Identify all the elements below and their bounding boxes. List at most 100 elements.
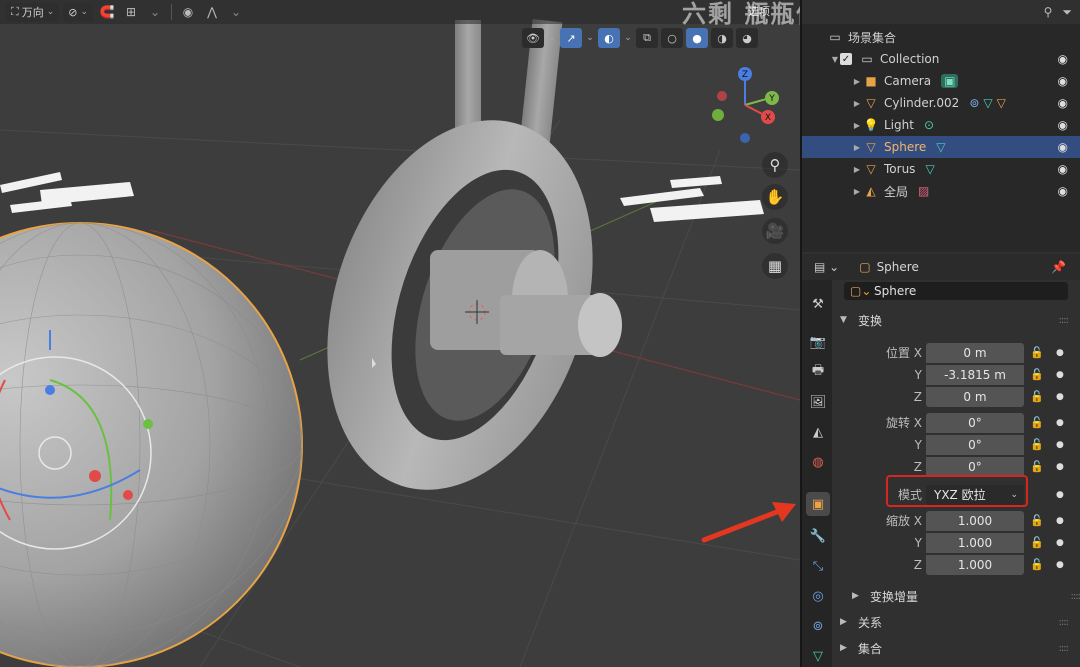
- options-label[interactable]: 选项: [748, 3, 770, 19]
- world-tab-icon[interactable]: ◍: [806, 450, 830, 474]
- outliner-item-torus[interactable]: ▶ ▽ Torus ▽ ◉: [802, 158, 1080, 180]
- keyframe-dot-icon[interactable]: ●: [1056, 490, 1064, 500]
- eye-icon[interactable]: ◉: [1058, 118, 1068, 132]
- material-shading-icon[interactable]: ◑: [711, 28, 733, 48]
- mesh-data-icon[interactable]: ▽: [936, 140, 945, 154]
- chevron-down-icon[interactable]: ⌄: [226, 3, 246, 22]
- mesh-data-icon[interactable]: ▽: [983, 96, 992, 110]
- keyframe-dot-icon[interactable]: ●: [1056, 538, 1064, 548]
- data-tab-icon[interactable]: ▽: [806, 644, 830, 667]
- lock-icon[interactable]: 🔓: [1030, 346, 1044, 359]
- expand-triangle-icon[interactable]: ▶: [852, 99, 862, 108]
- lock-icon[interactable]: 🔓: [1030, 368, 1044, 381]
- outliner-item-global[interactable]: ▶ ◭ 全局 ▨ ◉: [802, 180, 1080, 202]
- light-data-icon[interactable]: ⊙: [924, 118, 934, 132]
- keyframe-dot-icon[interactable]: ●: [1056, 348, 1064, 358]
- keyframe-dot-icon[interactable]: ●: [1056, 560, 1064, 570]
- mesh-data-icon[interactable]: ▽: [925, 162, 934, 176]
- chevron-down-icon[interactable]: ⌄: [145, 3, 165, 22]
- keyframe-dot-icon[interactable]: ●: [1056, 462, 1064, 472]
- camera-view-icon[interactable]: 🎥: [762, 218, 788, 244]
- object-tab-icon[interactable]: ▣: [806, 492, 830, 516]
- drag-grip-icon[interactable]: ::::: [1059, 617, 1070, 628]
- relations-panel-header[interactable]: ▶ 关系 ::::: [840, 610, 1072, 634]
- object-name-field[interactable]: ▢⌄ Sphere: [844, 282, 1068, 300]
- orientation-dropdown[interactable]: ⛶ 万向 ⌄: [6, 2, 60, 22]
- rotation-z-field[interactable]: 0°: [926, 456, 1024, 477]
- particles-tab-icon[interactable]: ⤡: [806, 554, 830, 578]
- eye-icon[interactable]: ◉: [1058, 184, 1068, 198]
- collections-panel-header[interactable]: ▶ 集合 ::::: [840, 636, 1072, 660]
- eye-icon[interactable]: ◉: [1058, 52, 1068, 66]
- lock-icon[interactable]: 🔓: [1030, 514, 1044, 527]
- drag-grip-icon[interactable]: ::::: [1059, 315, 1070, 326]
- keyframe-dot-icon[interactable]: ●: [1056, 370, 1064, 380]
- chevron-down-icon[interactable]: ⌄: [547, 33, 557, 43]
- expand-triangle-icon[interactable]: ▶: [852, 143, 862, 152]
- xray-icon[interactable]: ⧉: [636, 28, 658, 48]
- outliner-item-sphere[interactable]: ▶ ▽ Sphere ▽ ◉: [802, 136, 1080, 158]
- eye-icon[interactable]: ◉: [1058, 140, 1068, 154]
- transform-panel-header[interactable]: ▼ 变换 ::::: [840, 308, 1072, 332]
- scene-tab-icon[interactable]: ◭: [806, 420, 830, 444]
- lock-icon[interactable]: 🔓: [1030, 536, 1044, 549]
- pin-icon[interactable]: 📌: [1051, 260, 1066, 274]
- lock-icon[interactable]: 🔓: [1030, 460, 1044, 473]
- eye-icon[interactable]: ◉: [1058, 74, 1068, 88]
- constraint-icon[interactable]: ▽: [997, 96, 1006, 110]
- lock-icon[interactable]: 🔓: [1030, 438, 1044, 451]
- location-x-field[interactable]: 0 m: [926, 342, 1024, 363]
- keyframe-dot-icon[interactable]: ●: [1056, 440, 1064, 450]
- scale-y-field[interactable]: 1.000: [926, 532, 1024, 553]
- filter-icon[interactable]: ⏷: [1062, 5, 1072, 20]
- keyframe-dot-icon[interactable]: ●: [1056, 418, 1064, 428]
- 3d-viewport[interactable]: ⛶ 万向 ⌄ ⊘ ⌄ 🧲 ⊞ ⌄ ◉ ⋀ ⌄ 六剩 瓶瓶做曲 Bili Bili…: [0, 0, 800, 667]
- eye-icon[interactable]: ◉: [1058, 162, 1068, 176]
- location-y-field[interactable]: -3.1815 m: [926, 364, 1024, 385]
- rotation-y-field[interactable]: 0°: [926, 434, 1024, 455]
- proportional-edit-icon[interactable]: ◉: [178, 3, 198, 22]
- pan-hand-icon[interactable]: ✋: [762, 184, 788, 210]
- modifier-icon[interactable]: ⊚: [969, 96, 979, 110]
- outliner-collection[interactable]: ▼ ✓ ▭ Collection ◉: [802, 48, 1080, 70]
- render-tab-icon[interactable]: 📷: [806, 330, 830, 354]
- outliner-item-cylinder[interactable]: ▶ ▽ Cylinder.002 ⊚ ▽ ▽ ◉: [802, 92, 1080, 114]
- chevron-down-icon[interactable]: ⌄: [585, 33, 595, 43]
- outliner-item-light[interactable]: ▶ 💡 Light ⊙ ◉: [802, 114, 1080, 136]
- outliner-scene-collection[interactable]: ▭ 场景集合: [802, 26, 1080, 48]
- keyframe-dot-icon[interactable]: ●: [1056, 392, 1064, 402]
- gizmo-toggle-icon[interactable]: ↗: [560, 28, 582, 48]
- rotation-x-field[interactable]: 0°: [926, 412, 1024, 433]
- expand-triangle-icon[interactable]: ▶: [852, 165, 862, 174]
- checkbox-icon[interactable]: ✓: [840, 53, 852, 65]
- editor-type-icon[interactable]: ▤ ⌄: [814, 260, 839, 274]
- outliner[interactable]: ⚲ ⏷ ▭ 场景集合 ▼ ✓ ▭ Collection ◉ ▶ ■ Camera…: [802, 0, 1080, 252]
- perspective-grid-icon[interactable]: ▦: [762, 253, 788, 279]
- camera-data-icon[interactable]: ▣: [941, 74, 959, 88]
- expand-triangle-icon[interactable]: ▶: [852, 187, 862, 196]
- lock-icon[interactable]: 🔓: [1030, 416, 1044, 429]
- scale-z-field[interactable]: 1.000: [926, 554, 1024, 575]
- outliner-item-camera[interactable]: ▶ ■ Camera ▣ ◉: [802, 70, 1080, 92]
- expand-triangle-icon[interactable]: ▼: [830, 55, 840, 64]
- rendered-shading-icon[interactable]: ◕: [736, 28, 758, 48]
- modifier-tab-icon[interactable]: 🔧: [806, 524, 830, 548]
- eye-icon[interactable]: ◉: [1058, 96, 1068, 110]
- wireframe-shading-icon[interactable]: ○: [661, 28, 683, 48]
- lock-icon[interactable]: 🔓: [1030, 390, 1044, 403]
- keyframe-dot-icon[interactable]: ●: [1056, 516, 1064, 526]
- expand-triangle-icon[interactable]: ▶: [852, 77, 862, 86]
- visibility-icon[interactable]: 👁: [522, 28, 544, 48]
- delta-transform-panel-header[interactable]: ▶ 变换增量 ::::: [852, 584, 1080, 608]
- drag-grip-icon[interactable]: ::::: [1059, 643, 1070, 654]
- pivot-dropdown[interactable]: ⊘ ⌄: [63, 2, 94, 22]
- drag-grip-icon[interactable]: ::::: [1071, 591, 1080, 602]
- tool-tab-icon[interactable]: ⚒: [806, 292, 830, 316]
- view-layer-tab-icon[interactable]: 🖼: [806, 390, 830, 414]
- lock-icon[interactable]: 🔓: [1030, 558, 1044, 571]
- snap-target-icon[interactable]: ⊞: [121, 3, 141, 22]
- falloff-icon[interactable]: ⋀: [202, 3, 222, 22]
- chevron-down-icon[interactable]: ⌄: [623, 33, 633, 43]
- image-data-icon[interactable]: ▨: [918, 184, 929, 198]
- search-icon[interactable]: ⚲: [1044, 5, 1053, 19]
